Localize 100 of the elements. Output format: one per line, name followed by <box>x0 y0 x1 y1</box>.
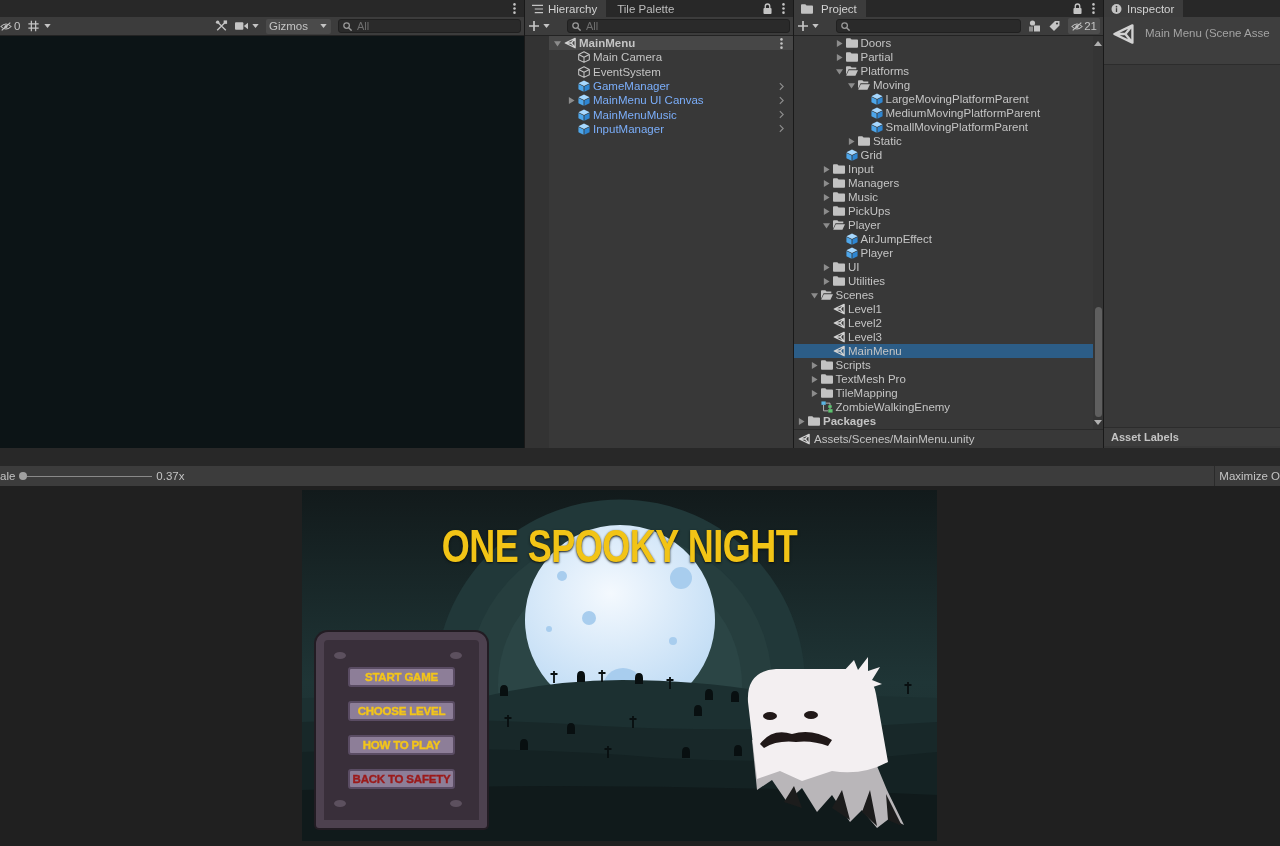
project-item[interactable]: Input <box>794 162 1093 176</box>
hierarchy-item[interactable]: MainMenu UI Canvas <box>549 93 793 108</box>
tree-arrow-icon[interactable] <box>823 221 830 229</box>
project-item[interactable]: ZombieWalkingEnemy <box>794 400 1093 414</box>
folder-icon <box>820 388 833 398</box>
caret-down-icon <box>44 24 52 28</box>
tree-arrow-icon[interactable] <box>568 96 575 104</box>
cube-icon <box>578 108 590 121</box>
project-item[interactable]: Doors <box>794 36 1093 50</box>
hierarchy-item[interactable]: MainMenuMusic <box>549 107 793 122</box>
gizmos-dropdown[interactable]: Gizmos <box>266 18 331 34</box>
eye-slash-icon <box>1071 21 1084 31</box>
scrollbar-thumb[interactable] <box>1094 307 1102 417</box>
project-item[interactable]: TileMapping <box>794 386 1093 400</box>
tree-arrow-icon[interactable] <box>835 67 843 75</box>
cube-logo-icon <box>564 37 576 50</box>
panel-tab[interactable]: Project <box>794 0 866 17</box>
project-item[interactable]: SmallMovingPlatformParent <box>794 120 1093 134</box>
open-folder-icon <box>833 220 845 230</box>
tree-arrow-icon[interactable] <box>823 193 830 201</box>
tree-arrow-icon[interactable] <box>848 81 855 89</box>
grave-cross <box>628 715 638 729</box>
tree-arrow-icon[interactable] <box>823 207 830 215</box>
tree-arrow-icon[interactable] <box>554 39 561 47</box>
maximize-toggle[interactable]: Maximize O <box>1214 466 1280 486</box>
panel-tab[interactable]: Tile Palette <box>610 0 684 17</box>
kebab-menu-icon[interactable] <box>782 3 785 14</box>
project-item[interactable]: PickUps <box>794 204 1093 218</box>
project-item[interactable]: Moving <box>794 78 1093 92</box>
kebab-menu-icon[interactable] <box>513 3 516 14</box>
hidden-objects-toggle[interactable]: 0 <box>0 20 21 32</box>
create-button[interactable] <box>529 21 550 31</box>
project-item[interactable]: Partial <box>794 50 1093 64</box>
tools-icon[interactable] <box>215 20 228 32</box>
tree-arrow-icon[interactable] <box>823 165 830 173</box>
hidden-packages-toggle[interactable]: 21 <box>1068 18 1100 34</box>
project-item[interactable]: Packages <box>794 414 1093 428</box>
project-item[interactable]: Player <box>794 218 1093 232</box>
shapes-icon[interactable] <box>1028 20 1042 32</box>
kebab-menu-icon[interactable] <box>1092 3 1095 14</box>
bolt-hole <box>334 800 346 807</box>
bolt-hole <box>450 652 462 659</box>
tree-arrow-icon[interactable] <box>823 277 830 285</box>
tag-icon[interactable] <box>1048 20 1062 32</box>
project-item[interactable]: TextMesh Pro <box>794 372 1093 386</box>
project-item[interactable]: Grid <box>794 148 1093 162</box>
project-item[interactable]: Static <box>794 134 1093 148</box>
project-item[interactable]: Music <box>794 190 1093 204</box>
project-item[interactable]: MainMenu <box>794 344 1093 358</box>
project-item[interactable]: Level3 <box>794 330 1093 344</box>
lock-icon[interactable] <box>763 3 772 14</box>
camera-button[interactable] <box>235 20 259 32</box>
tree-arrow-icon[interactable] <box>810 361 818 369</box>
project-item[interactable]: Scenes <box>794 288 1093 302</box>
tree-arrow-icon[interactable] <box>835 39 843 47</box>
plus-icon <box>798 21 808 31</box>
cube-logo-icon <box>833 345 845 357</box>
hierarchy-item[interactable]: InputManager <box>549 121 793 137</box>
scene-item[interactable]: MainMenu <box>549 36 793 51</box>
tree-arrow-icon[interactable] <box>810 291 818 299</box>
hierarchy-item[interactable]: GameManager <box>549 78 793 94</box>
grave-cross <box>503 714 513 728</box>
panel-tab[interactable]: Inspector <box>1104 0 1184 17</box>
caret-down-icon <box>543 24 550 28</box>
project-item[interactable]: AirJumpEffect <box>794 232 1093 246</box>
project-item[interactable]: Managers <box>794 176 1093 190</box>
search-field[interactable]: All <box>338 19 521 33</box>
asset-labels-bar[interactable]: Asset Labels <box>1104 427 1280 446</box>
tree-arrow-icon[interactable] <box>823 179 830 187</box>
search-field[interactable]: All <box>567 19 790 33</box>
project-item[interactable]: LargeMovingPlatformParent <box>794 92 1093 106</box>
folder-icon <box>808 416 820 426</box>
search-field[interactable] <box>836 19 1022 33</box>
scroll-down-icon[interactable] <box>1094 420 1102 425</box>
tree-arrow-icon[interactable] <box>835 53 843 61</box>
tree-arrow-icon[interactable] <box>823 263 830 271</box>
scroll-up-icon[interactable] <box>1094 41 1102 46</box>
project-item[interactable]: Utilities <box>794 274 1093 288</box>
asset-labels-title: Asset Labels <box>1111 431 1179 443</box>
inspector-title: Main Menu (Scene Asse <box>1145 27 1270 39</box>
tree-arrow-icon[interactable] <box>798 417 805 425</box>
grid-button[interactable] <box>27 20 52 32</box>
tree-arrow-icon[interactable] <box>848 137 855 145</box>
project-item[interactable]: Player <box>794 246 1093 260</box>
project-item[interactable]: MediumMovingPlatformParent <box>794 106 1093 120</box>
tree-arrow-icon[interactable] <box>810 389 818 397</box>
project-item[interactable]: Level1 <box>794 302 1093 316</box>
panel-tab[interactable]: Hierarchy <box>525 0 607 17</box>
hierarchy-item[interactable]: EventSystem <box>549 64 793 79</box>
project-item[interactable]: Platforms <box>794 64 1093 78</box>
gravestone <box>567 723 575 734</box>
project-item[interactable]: UI <box>794 260 1093 274</box>
project-item[interactable]: Scripts <box>794 358 1093 372</box>
create-button[interactable] <box>798 21 819 31</box>
hierarchy-item[interactable]: Main Camera <box>549 50 793 65</box>
lock-icon[interactable] <box>1073 3 1082 14</box>
tree-arrow-icon[interactable] <box>810 375 818 383</box>
kebab-menu-icon[interactable] <box>780 37 783 49</box>
slider-thumb[interactable] <box>19 472 28 480</box>
project-item[interactable]: Level2 <box>794 316 1093 330</box>
